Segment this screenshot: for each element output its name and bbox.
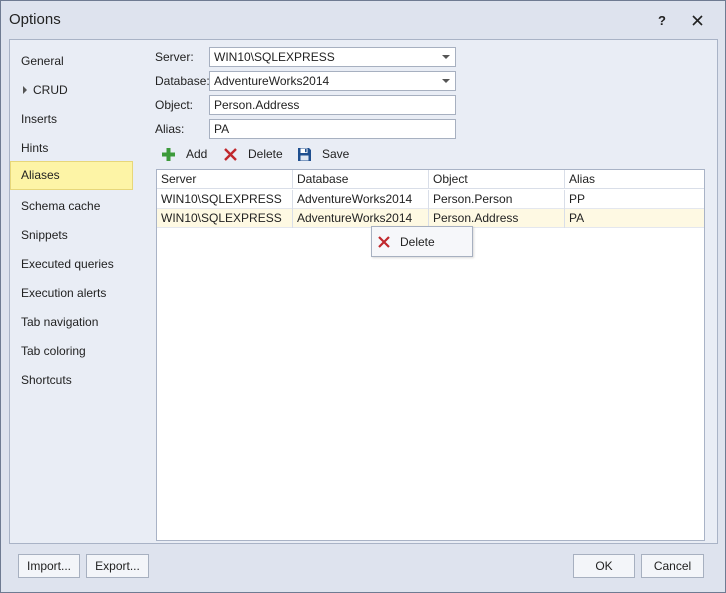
- table-row[interactable]: WIN10\SQLEXPRESS AdventureWorks2014 Pers…: [157, 190, 704, 209]
- context-menu: Delete: [371, 226, 473, 257]
- options-dialog: Options ? General CRUD Inserts Hints Ali…: [0, 0, 726, 593]
- context-menu-delete-label: Delete: [400, 235, 435, 249]
- delete-label: Delete: [248, 147, 283, 161]
- close-button[interactable]: [687, 10, 707, 30]
- nav-item-tab-navigation[interactable]: Tab navigation: [10, 308, 133, 337]
- nav-item-executed-queries[interactable]: Executed queries: [10, 250, 133, 279]
- cell-server: WIN10\SQLEXPRESS: [157, 209, 293, 228]
- object-value: Person.Address: [214, 98, 300, 112]
- help-button[interactable]: ?: [652, 10, 672, 30]
- database-value: AdventureWorks2014: [214, 74, 330, 88]
- nav-item-label: Inserts: [21, 112, 58, 126]
- nav-item-label: Tab coloring: [21, 344, 86, 358]
- context-menu-delete[interactable]: Delete: [377, 232, 435, 252]
- delete-button[interactable]: Delete: [223, 145, 283, 163]
- alias-label: Alias:: [155, 122, 185, 136]
- alias-value: PA: [214, 122, 230, 136]
- nav-item-label: Tab navigation: [21, 315, 99, 329]
- chevron-down-icon[interactable]: [442, 55, 450, 59]
- alias-input[interactable]: PA: [209, 119, 456, 139]
- close-icon: [691, 14, 703, 26]
- nav-item-label: Hints: [21, 141, 49, 155]
- floppy-disk-icon: [298, 147, 311, 161]
- add-button[interactable]: Add: [161, 145, 207, 163]
- aliases-grid[interactable]: Server Database Object Alias WIN10\SQLEX…: [156, 169, 705, 541]
- nav-item-snippets[interactable]: Snippets: [10, 221, 133, 250]
- plus-icon: [162, 147, 175, 161]
- nav-item-tab-coloring[interactable]: Tab coloring: [10, 337, 133, 366]
- nav-item-label: Executed queries: [21, 257, 114, 271]
- nav-item-label: Aliases: [21, 168, 60, 182]
- column-header-object[interactable]: Object: [429, 170, 565, 189]
- nav-item-label: Schema cache: [21, 199, 101, 213]
- title-bar: Options ?: [1, 1, 725, 39]
- nav-item-shortcuts[interactable]: Shortcuts: [10, 366, 133, 395]
- server-label: Server:: [155, 50, 194, 64]
- import-button[interactable]: Import...: [18, 554, 80, 578]
- server-value: WIN10\SQLEXPRESS: [214, 50, 335, 64]
- cell-object: Person.Person: [429, 190, 565, 209]
- cancel-button[interactable]: Cancel: [641, 554, 704, 578]
- window-title: Options: [9, 11, 61, 28]
- column-header-database[interactable]: Database: [293, 170, 429, 189]
- nav-item-schema-cache[interactable]: Schema cache: [10, 192, 133, 221]
- column-header-alias[interactable]: Alias: [565, 170, 704, 189]
- nav-item-general[interactable]: General: [10, 47, 133, 76]
- nav-item-inserts[interactable]: Inserts: [10, 105, 133, 134]
- nav-item-label: Snippets: [21, 228, 68, 242]
- nav-item-hints[interactable]: Hints: [10, 134, 133, 163]
- database-dropdown[interactable]: AdventureWorks2014: [209, 71, 456, 91]
- nav-item-label: General: [21, 54, 64, 68]
- expand-arrow-icon[interactable]: [23, 85, 27, 94]
- delete-x-icon: [378, 236, 390, 248]
- cell-alias: PP: [569, 192, 586, 206]
- save-button[interactable]: Save: [297, 145, 349, 163]
- database-label: Database:: [155, 74, 210, 88]
- nav-item-execution-alerts[interactable]: Execution alerts: [10, 279, 133, 308]
- cell-alias: PA: [569, 211, 585, 225]
- server-dropdown[interactable]: WIN10\SQLEXPRESS: [209, 47, 456, 67]
- nav-item-aliases[interactable]: Aliases: [10, 161, 133, 190]
- nav-item-crud[interactable]: CRUD: [10, 76, 133, 105]
- save-label: Save: [322, 147, 350, 161]
- chevron-down-icon[interactable]: [442, 79, 450, 83]
- cell-database: AdventureWorks2014: [293, 190, 429, 209]
- export-button[interactable]: Export...: [86, 554, 149, 578]
- grid-header: Server Database Object Alias: [157, 170, 704, 189]
- add-label: Add: [186, 147, 208, 161]
- cell-server: WIN10\SQLEXPRESS: [157, 190, 293, 209]
- object-label: Object:: [155, 98, 194, 112]
- nav-item-label: Execution alerts: [21, 286, 107, 300]
- ok-button[interactable]: OK: [573, 554, 635, 578]
- delete-x-icon: [224, 147, 237, 161]
- object-input[interactable]: Person.Address: [209, 95, 456, 115]
- nav-item-label: CRUD: [33, 83, 68, 97]
- column-header-server[interactable]: Server: [157, 170, 293, 189]
- nav-item-label: Shortcuts: [21, 373, 72, 387]
